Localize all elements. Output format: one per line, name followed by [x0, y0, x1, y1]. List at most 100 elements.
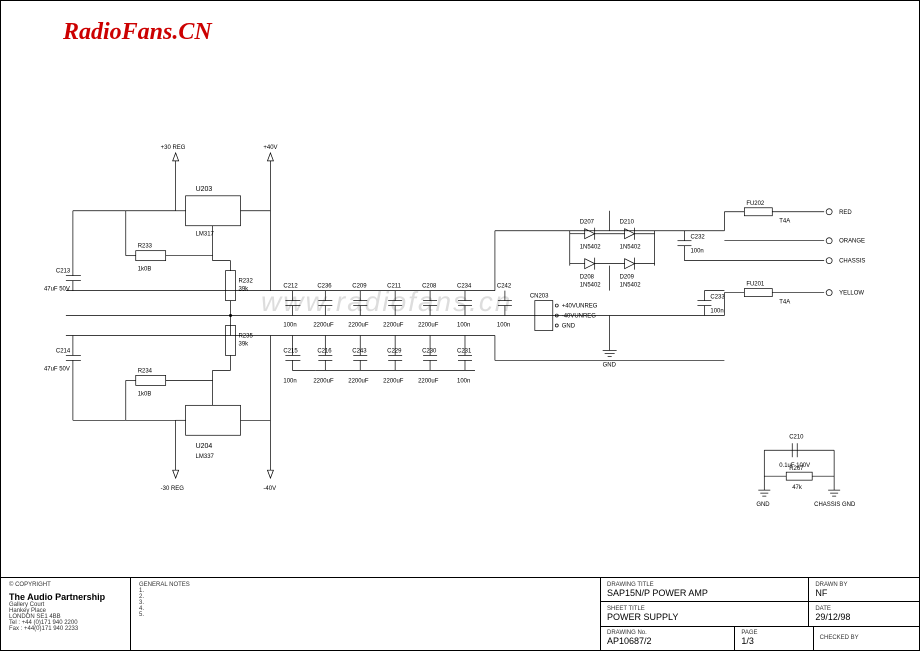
svg-text:1N5402: 1N5402: [620, 245, 642, 251]
out-orange: ORANGE: [839, 239, 865, 245]
c214-ref: C214: [56, 348, 71, 354]
svg-text:2200uF: 2200uF: [418, 323, 439, 329]
fu202-ref: FU202: [746, 201, 765, 207]
r234-val: 1k0B: [138, 391, 152, 397]
note-5: 5.: [139, 612, 592, 618]
u203-part: LM317: [196, 232, 215, 238]
u204-part: LM337: [196, 454, 215, 460]
svg-text:D209: D209: [620, 275, 635, 281]
svg-text:GND: GND: [756, 502, 770, 508]
checked-cell: CHECKED BY: [814, 627, 919, 650]
svg-text:C231: C231: [457, 348, 472, 354]
page-cell: PAGE 1/3: [735, 627, 813, 650]
svg-text:1N5402: 1N5402: [620, 283, 642, 289]
drawing-title-cell: DRAWING TITLE SAP15N/P POWER AMP: [601, 578, 809, 601]
company-name: The Audio Partnership: [9, 592, 122, 602]
page-num: 1/3: [741, 636, 806, 646]
out-yellow: YELLOW: [839, 291, 864, 297]
svg-text:GND: GND: [562, 324, 576, 330]
drawing-no: AP10687/2: [607, 636, 728, 646]
fu201-ref: FU201: [746, 282, 765, 288]
svg-text:C216: C216: [317, 348, 332, 354]
gnd-label: GND: [603, 362, 617, 368]
c215-val: 100n: [283, 378, 296, 384]
svg-text:C242: C242: [497, 284, 512, 290]
svg-text:1N5402: 1N5402: [580, 283, 602, 289]
svg-text:C211: C211: [387, 284, 402, 290]
out-chassis: CHASSIS: [839, 259, 865, 265]
r235-ref: R235: [239, 333, 254, 339]
svg-text:CHASSIS GND: CHASSIS GND: [814, 502, 856, 508]
date-cell: DATE 29/12/98: [809, 602, 919, 625]
company-fax: Fax : +44(0)171 940 2233: [9, 626, 122, 632]
svg-text:47k: 47k: [792, 485, 802, 491]
svg-text:100n: 100n: [497, 323, 510, 329]
c212-ref: C212: [283, 284, 298, 290]
svg-text:C209: C209: [352, 284, 367, 290]
svg-text:T4A: T4A: [779, 300, 790, 306]
cn203-ref: CN203: [530, 294, 549, 300]
sheet-title: POWER SUPPLY: [607, 612, 802, 622]
neg30-label: -30 REG: [161, 486, 185, 492]
svg-text:C243: C243: [352, 348, 367, 354]
out-red: RED: [839, 210, 852, 216]
r232-ref: R232: [239, 279, 254, 285]
svg-text:D207: D207: [580, 220, 595, 226]
svg-text:C230: C230: [422, 348, 437, 354]
r234-ref: R234: [138, 368, 153, 374]
svg-text:1N5402: 1N5402: [580, 245, 602, 251]
neg40-label: -40V: [263, 486, 276, 492]
copyright-label: © COPYRIGHT: [9, 582, 122, 588]
page: RadioFans.CN www.radiofans.cn U203 LM317…: [0, 0, 920, 651]
svg-text:2200uF: 2200uF: [348, 378, 369, 384]
pos30-label: +30 REG: [161, 145, 186, 151]
svg-text:2200uF: 2200uF: [313, 323, 334, 329]
tb-company: © COPYRIGHT The Audio Partnership Galler…: [1, 578, 131, 650]
svg-text:D208: D208: [580, 275, 595, 281]
u203-ref: U203: [196, 186, 213, 193]
svg-text:2200uF: 2200uF: [348, 323, 369, 329]
svg-text:C208: C208: [422, 284, 437, 290]
u204-ref: U204: [196, 443, 213, 450]
snubber-block: C2100.1uF 100V R26747k GND CHASSIS GND: [756, 434, 856, 508]
svg-text:C233: C233: [710, 295, 725, 301]
diode-bridge: D207 1N5402 D210 1N5402 D208 1N5402 D209 1N5…: [570, 211, 655, 291]
tb-notes: GENERAL NOTES 1. 2. 3. 4. 5.: [131, 578, 601, 650]
drawing-title: SAP15N/P POWER AMP: [607, 588, 802, 598]
svg-text:C210: C210: [789, 434, 804, 440]
drawing-no-cell: DRAWING No. AP10687/2: [601, 627, 735, 650]
drawn-by: NF: [815, 588, 913, 598]
r233-ref: R233: [138, 244, 153, 250]
svg-text:100n: 100n: [710, 309, 723, 315]
drawn-by-cell: DRAWN BY NF: [809, 578, 919, 601]
svg-text:2200uF: 2200uF: [383, 378, 404, 384]
svg-text:+40VUNREG: +40VUNREG: [562, 304, 598, 310]
r232-val: 39k: [239, 287, 249, 293]
svg-text:2200uF: 2200uF: [383, 323, 404, 329]
c213-val: 47uF 50V: [44, 287, 70, 293]
svg-text:C232: C232: [690, 235, 705, 241]
date: 29/12/98: [815, 612, 913, 622]
c212-val: 100n: [283, 323, 296, 329]
sheet-title-cell: SHEET TITLE POWER SUPPLY: [601, 602, 809, 625]
svg-text:100n: 100n: [457, 323, 470, 329]
svg-text:R267: R267: [789, 466, 804, 472]
titleblock: © COPYRIGHT The Audio Partnership Galler…: [1, 577, 919, 650]
pos40-label: +40V: [263, 145, 277, 151]
svg-text:C236: C236: [317, 284, 332, 290]
c213-ref: C213: [56, 269, 71, 275]
svg-text:C234: C234: [457, 284, 472, 290]
r233-val: 1k0B: [138, 267, 152, 273]
schematic-diagram: U203 LM317 +30 REG +40V R233 1k0B: [26, 101, 894, 560]
svg-text:D210: D210: [620, 220, 635, 226]
tb-right: DRAWING TITLE SAP15N/P POWER AMP DRAWN B…: [601, 578, 919, 650]
svg-text:100n: 100n: [457, 378, 470, 384]
r235-val: 39k: [239, 341, 249, 347]
c214-val: 47uF 50V: [44, 366, 70, 372]
svg-text:2200uF: 2200uF: [418, 378, 439, 384]
cap-bank-bot: C216 2200uF C243 2200uF C229 2200uF: [313, 335, 472, 384]
svg-text:100n: 100n: [690, 249, 703, 255]
svg-text:C229: C229: [387, 348, 402, 354]
watermark-top: RadioFans.CN: [63, 19, 212, 46]
svg-text:T4A: T4A: [779, 219, 790, 225]
